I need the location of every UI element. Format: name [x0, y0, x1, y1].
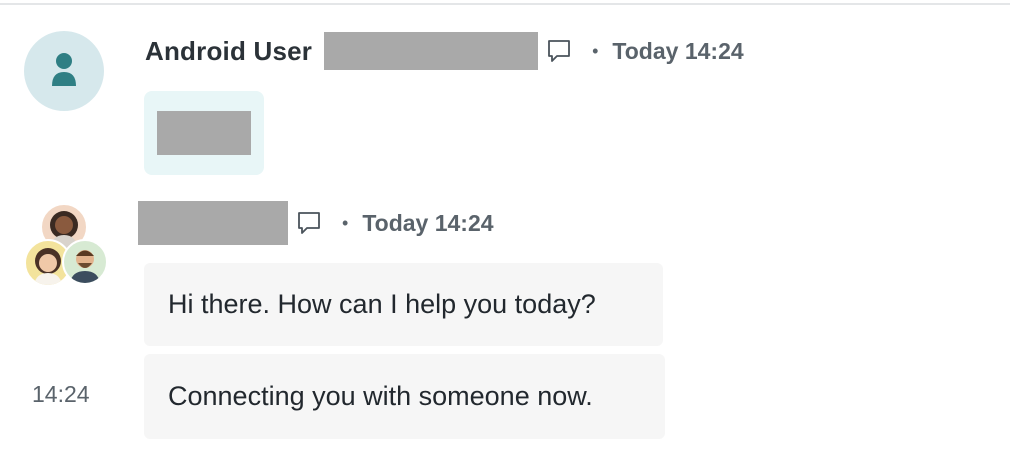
message-text: Connecting you with someone now.	[168, 381, 593, 411]
separator-dot: •	[342, 213, 349, 233]
separator-dot: •	[592, 41, 599, 61]
message-timestamp: Today 14:24	[362, 209, 494, 236]
redacted-sender-detail	[324, 32, 539, 70]
message-timestamp: Today 14:24	[612, 37, 744, 64]
bubble-side-time: 14:24	[32, 381, 90, 407]
redacted-attachment	[157, 111, 251, 155]
user-icon	[50, 52, 78, 91]
message-bubble: Connecting you with someone now.	[144, 354, 665, 439]
redacted-agent-name	[138, 201, 288, 245]
message-header: • Today 14:24	[138, 201, 494, 245]
sender-name: Android User	[145, 35, 313, 66]
conversation-view: Android User • Today 14:24 • Today 14:24…	[0, 0, 1010, 454]
message-text: Hi there. How can I help you today?	[168, 289, 596, 319]
user-avatar	[24, 31, 104, 111]
comment-icon[interactable]	[296, 210, 322, 236]
comment-icon[interactable]	[546, 38, 572, 64]
message-header: Android User • Today 14:24	[145, 31, 744, 71]
message-bubble: Hi there. How can I help you today?	[144, 263, 663, 346]
top-divider	[0, 3, 1010, 5]
attachment-card[interactable]	[144, 91, 264, 175]
agent-avatar-3	[62, 239, 108, 285]
team-avatar-group	[24, 203, 108, 287]
